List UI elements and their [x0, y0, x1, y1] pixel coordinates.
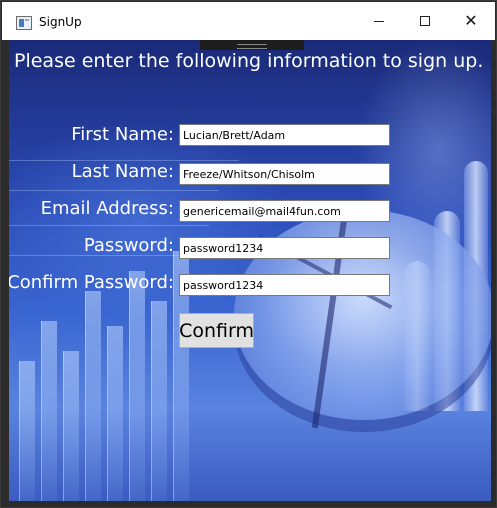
form-area: Please enter the following information t…: [9, 40, 491, 501]
app-icon: [16, 16, 32, 30]
title-bar[interactable]: SignUp ✕: [2, 2, 495, 40]
confirm-password-field[interactable]: [179, 274, 390, 296]
window-title: SignUp: [39, 15, 82, 29]
maximize-icon: [420, 16, 430, 26]
instructions-text: Please enter the following information t…: [14, 50, 484, 72]
first-name-field[interactable]: [179, 124, 390, 146]
first-name-label: First Name:: [71, 124, 174, 145]
close-button[interactable]: ✕: [448, 2, 494, 40]
maximize-button[interactable]: [402, 2, 448, 40]
drag-handle[interactable]: [200, 40, 304, 50]
password-label: Password:: [83, 235, 174, 256]
close-icon: ✕: [464, 11, 478, 30]
confirm-button[interactable]: Confirm: [179, 313, 254, 348]
password-field[interactable]: [179, 237, 390, 259]
last-name-field[interactable]: [179, 163, 390, 185]
confirm-password-label: Confirm Password:: [9, 272, 174, 293]
last-name-label: Last Name:: [71, 161, 174, 182]
email-field[interactable]: [179, 200, 390, 222]
minimize-icon: [374, 20, 384, 22]
minimize-button[interactable]: [356, 2, 402, 40]
email-address-label: Email Address:: [40, 198, 174, 219]
signup-window: SignUp ✕ Please enter the following info…: [0, 0, 497, 508]
